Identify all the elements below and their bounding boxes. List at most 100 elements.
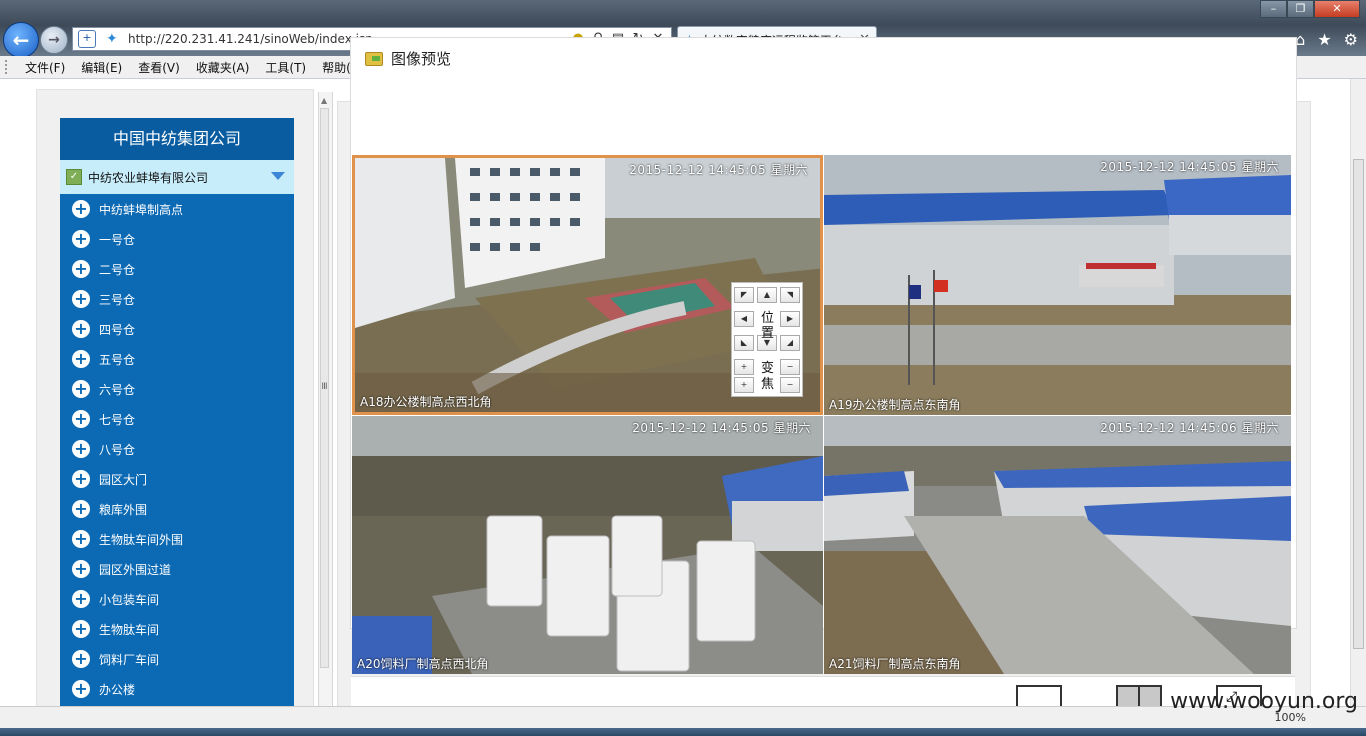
sidebar-item[interactable]: + 饲料厂车间 (60, 644, 294, 674)
sidebar-item[interactable]: + 五号仓 (60, 344, 294, 374)
sidebar-item[interactable]: + 八号仓 (60, 434, 294, 464)
sidebar-tree: 中国中纺集团公司 ✓ 中纺农业蚌埠有限公司 + 中纺蚌埠制高点 + 一号仓 + 二号仓 + 三… (60, 118, 294, 706)
sidebar-item-label: 生物肽车间外围 (99, 532, 184, 547)
expand-plus-icon[interactable]: + (72, 290, 90, 308)
sidebar-item[interactable]: + 三号仓 (60, 284, 294, 314)
expand-plus-icon[interactable]: + (72, 500, 90, 518)
sidebar-item[interactable]: + 园区大门 (60, 464, 294, 494)
ptz-up-button[interactable]: ▲ (757, 287, 777, 303)
ptz-control-panel: ◤ ▲ ◥ ◀ ▶ ◣ ▼ ◢ 位置 + − + − 变焦 (731, 282, 803, 397)
splitter-grip-icon[interactable]: Ⅲ (320, 382, 329, 392)
url-text[interactable]: http://220.231.41.241/sinoWeb/index.jsp (128, 32, 373, 46)
expand-plus-icon[interactable]: + (72, 230, 90, 248)
sidebar-item-label: 生物肽车间 (99, 622, 160, 637)
panel-splitter[interactable]: ▲ Ⅲ (318, 92, 333, 706)
sidebar-item[interactable]: + 一号仓 (60, 224, 294, 254)
ptz-up-left-button[interactable]: ◤ (734, 287, 754, 303)
sidebar-item[interactable]: + 粮库外围 (60, 494, 294, 524)
sidebar-item-label: 七号仓 (99, 412, 136, 427)
favorites-star-icon[interactable]: ★ (1317, 30, 1331, 49)
sidebar-item-label: 四号仓 (99, 322, 136, 337)
watermark: www.wooyun.org (1170, 689, 1358, 714)
page-scroll-thumb[interactable] (1353, 159, 1364, 649)
camera-1-timestamp: 2015-12-12 14:45:05 星期六 (629, 163, 808, 177)
maximize-button[interactable]: ❐ (1287, 0, 1314, 18)
page-scrollbar[interactable] (1350, 79, 1366, 706)
camera-3-image (352, 416, 823, 674)
close-window-button[interactable]: ✕ (1314, 0, 1360, 18)
focus-in-button[interactable]: + (734, 377, 754, 393)
zoom-out-button[interactable]: − (780, 359, 800, 375)
sidebar-item[interactable]: + 小包装车间 (60, 584, 294, 614)
site-favicon-icon: ✦ (106, 31, 118, 47)
taskbar (0, 728, 1366, 736)
expand-plus-icon[interactable]: + (72, 560, 90, 578)
back-button[interactable]: ← (3, 22, 39, 58)
sidebar-item[interactable]: + 中纺蚌埠制高点 (60, 194, 294, 224)
sidebar-item[interactable]: + 办公楼 (60, 674, 294, 704)
compat-shield-icon[interactable]: + (78, 30, 96, 48)
expand-plus-icon[interactable]: + (72, 350, 90, 368)
expand-plus-icon[interactable]: + (72, 620, 90, 638)
sidebar-item[interactable]: + 生物肽车间外围 (60, 524, 294, 554)
camera-view-4[interactable]: 2015-12-12 14:45:06 星期六 A21饲料厂制高点东南角 (824, 416, 1291, 674)
menu-favorites[interactable]: 收藏夹(A) (188, 59, 258, 76)
focus-out-button[interactable]: − (780, 377, 800, 393)
zoom-in-button[interactable]: + (734, 359, 754, 375)
sidebar-item-label: 园区外围过道 (99, 562, 172, 577)
minimize-button[interactable]: – (1260, 0, 1287, 18)
menu-grip-icon (5, 60, 11, 74)
scroll-up-icon[interactable]: ▲ (321, 96, 327, 105)
sidebar-item-label: 六号仓 (99, 382, 136, 397)
sidebar-item-label: 园区大门 (99, 472, 148, 487)
expand-plus-icon[interactable]: + (72, 470, 90, 488)
sidebar-item-label: 五号仓 (99, 352, 136, 367)
sidebar-item[interactable]: + 园区外围过道 (60, 554, 294, 584)
sidebar-item-label: 中纺蚌埠制高点 (99, 202, 184, 217)
sidebar-item[interactable]: + 生物肽车间 (60, 614, 294, 644)
sidebar-title[interactable]: 中国中纺集团公司 (60, 118, 294, 160)
sidebar-item-label: 粮库外围 (99, 502, 148, 517)
expand-plus-icon[interactable]: + (72, 410, 90, 428)
expand-plus-icon[interactable]: + (72, 680, 90, 698)
expand-plus-icon[interactable]: + (72, 320, 90, 338)
expand-plus-icon[interactable]: + (72, 260, 90, 278)
camera-4-timestamp: 2015-12-12 14:45:06 星期六 (1100, 421, 1279, 435)
ptz-down-right-button[interactable]: ◢ (780, 335, 800, 351)
expand-plus-icon[interactable]: + (72, 200, 90, 218)
menu-file[interactable]: 文件(F) (17, 59, 73, 76)
sidebar-item[interactable]: + 二号仓 (60, 254, 294, 284)
sidebar-item-label: 办公楼 (99, 682, 136, 697)
ptz-down-left-button[interactable]: ◣ (734, 335, 754, 351)
status-bar: 100% (0, 706, 1366, 729)
camera-3-timestamp: 2015-12-12 14:45:05 星期六 (632, 421, 811, 435)
camera-view-3[interactable]: 2015-12-12 14:45:05 星期六 A20饲料厂制高点西北角 (352, 416, 823, 674)
ptz-right-button[interactable]: ▶ (780, 311, 800, 327)
camera-4-image (824, 416, 1291, 674)
camera-2-image (824, 155, 1291, 415)
menu-tools[interactable]: 工具(T) (257, 59, 314, 76)
company-node[interactable]: ✓ 中纺农业蚌埠有限公司 (60, 160, 294, 194)
menu-edit[interactable]: 编辑(E) (73, 59, 130, 76)
layout-controls: ⤢ (351, 676, 1295, 709)
expand-plus-icon[interactable]: + (72, 380, 90, 398)
expand-plus-icon[interactable]: + (72, 590, 90, 608)
sidebar-item[interactable]: + 七号仓 (60, 404, 294, 434)
camera-4-label: A21饲料厂制高点东南角 (829, 657, 961, 671)
ptz-up-right-button[interactable]: ◥ (780, 287, 800, 303)
camera-1-label: A18办公楼制高点西北角 (360, 395, 492, 409)
sidebar-item[interactable]: + 四号仓 (60, 314, 294, 344)
preview-title: 图像预览 (391, 50, 452, 68)
settings-gear-icon[interactable]: ⚙ (1344, 30, 1358, 49)
menu-view[interactable]: 查看(V) (130, 59, 188, 76)
expand-arrow-icon[interactable] (271, 172, 285, 180)
camera-view-2[interactable]: 2015-12-12 14:45:05 星期六 A19办公楼制高点东南角 (824, 155, 1291, 415)
expand-plus-icon[interactable]: + (72, 530, 90, 548)
folder-icon (365, 51, 383, 66)
expand-plus-icon[interactable]: + (72, 440, 90, 458)
forward-button[interactable]: → (40, 26, 68, 54)
sidebar-item[interactable]: + 六号仓 (60, 374, 294, 404)
expand-plus-icon[interactable]: + (72, 650, 90, 668)
ptz-left-button[interactable]: ◀ (734, 311, 754, 327)
preview-header: 图像预览 (365, 48, 451, 69)
